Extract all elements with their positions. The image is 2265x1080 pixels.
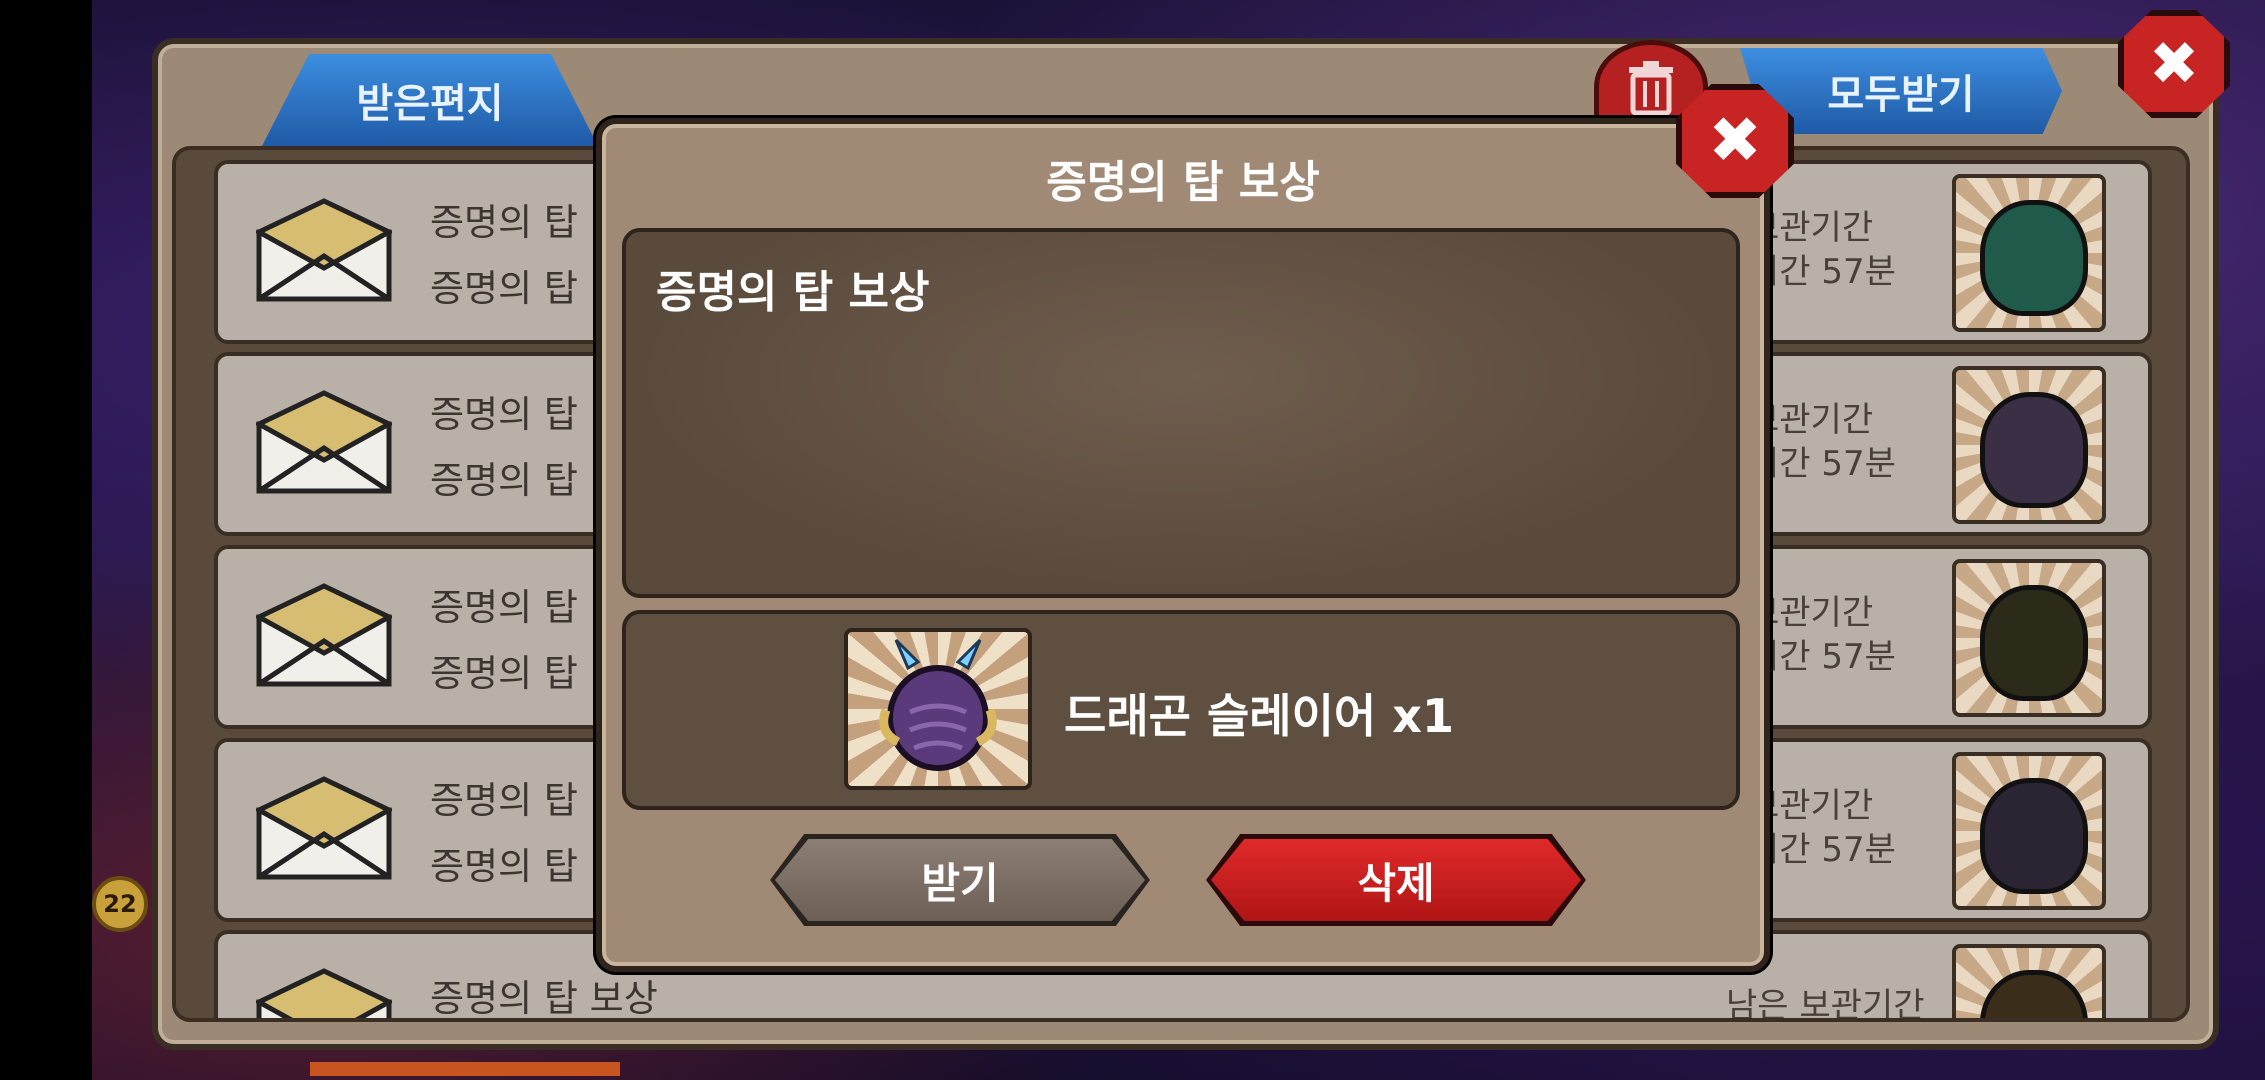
envelope-icon	[256, 198, 392, 302]
close-icon: ✖	[2148, 29, 2200, 99]
mail-expire-time: 시간 57분	[1748, 637, 1896, 677]
mail-subtitle: 증명의 탑	[430, 845, 578, 888]
dialog-title: 증명의 탑 보상	[1046, 157, 1320, 208]
delete-label: 삭제	[1357, 858, 1435, 908]
mail-title: 증명의 탑	[430, 201, 578, 244]
mail-subtitle: 증명의 탑	[430, 459, 578, 502]
reward-label: 드래곤 슬레이어 x1	[1064, 689, 1454, 743]
mail-expire-time: 시간 57분	[1748, 444, 1896, 484]
progress-bar	[310, 1062, 620, 1076]
mail-item-icon	[1952, 559, 2106, 717]
mailbox-close-button[interactable]: ✖	[2118, 10, 2230, 118]
trash-icon	[1629, 61, 1673, 115]
mail-subtitle: 증명의 탑	[430, 267, 578, 310]
mail-item-icon	[1952, 366, 2106, 524]
mail-title: 증명의 탑	[430, 779, 578, 822]
mail-title: 증명의 탑	[430, 586, 578, 629]
receive-label: 받기	[921, 858, 999, 908]
mail-expire-time: 시간 57분	[1748, 830, 1896, 870]
mail-item-icon	[1952, 752, 2106, 910]
mail-title: 증명의 탑 보상	[430, 977, 658, 1018]
envelope-icon	[256, 776, 392, 880]
mail-expire-time: 시간 57분	[1748, 252, 1896, 292]
close-icon: ✖	[1708, 104, 1762, 178]
message-text: 증명의 탑 보상	[656, 267, 930, 318]
mail-subtitle: 증명의 탑	[430, 652, 578, 695]
envelope-icon	[256, 583, 392, 687]
tab-received-mail[interactable]: 받은편지	[262, 54, 598, 146]
mail-expire-label: 남은 보관기간	[1726, 986, 1925, 1018]
delete-button[interactable]: 삭제	[1206, 834, 1586, 926]
envelope-icon	[256, 390, 392, 494]
tab-label: 받은편지	[356, 81, 504, 127]
mail-title: 증명의 탑	[430, 393, 578, 436]
envelope-icon	[256, 968, 392, 1018]
receive-button[interactable]: 받기	[770, 834, 1150, 926]
dragon-helmet-icon	[844, 628, 1032, 790]
mail-item-icon	[1952, 944, 2106, 1018]
receive-all-label: 모두받기	[1827, 72, 1975, 118]
level-badge: 22	[92, 876, 148, 932]
mail-item-icon	[1952, 174, 2106, 332]
